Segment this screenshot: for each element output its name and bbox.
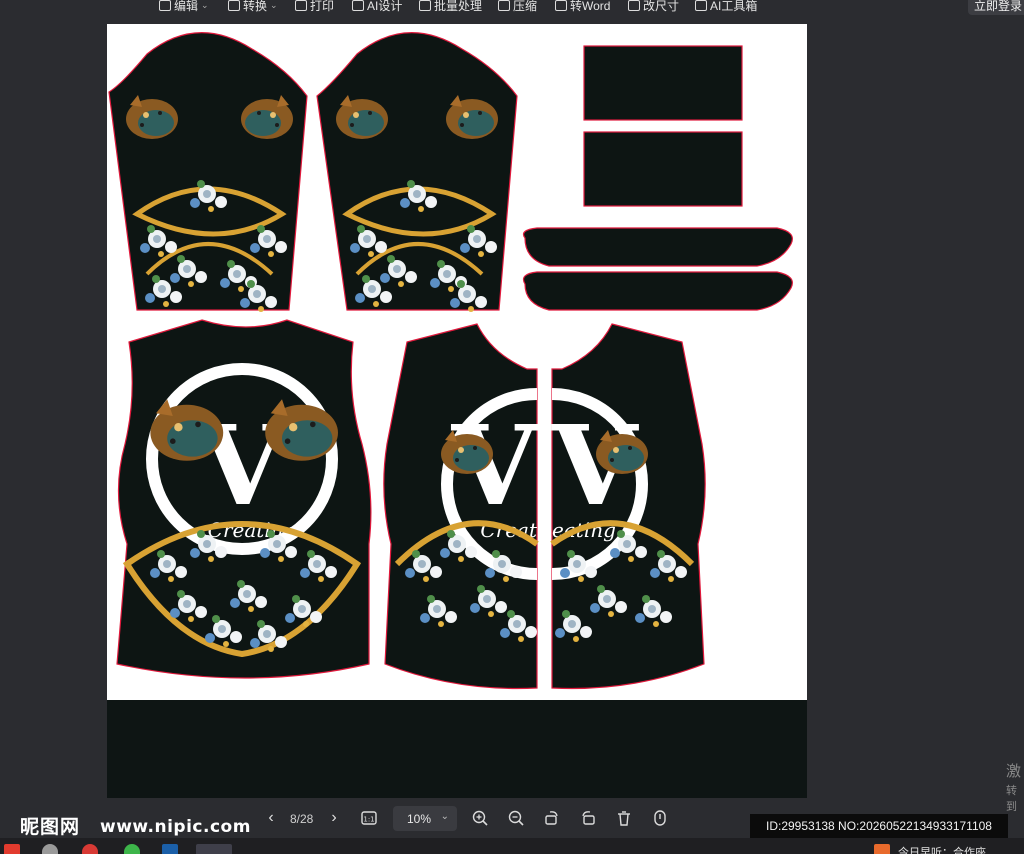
- print-icon: [295, 0, 307, 11]
- app-icon-green[interactable]: [124, 844, 140, 854]
- to-word-label: 转Word: [570, 0, 611, 13]
- zoom-out-icon[interactable]: [508, 810, 524, 826]
- login-button[interactable]: 立即登录: [968, 0, 1024, 15]
- collar-strip-top: [522, 227, 793, 267]
- batch-icon: [419, 0, 431, 11]
- convert-icon: [228, 0, 240, 11]
- edit-label: 编辑: [174, 0, 199, 13]
- chevron-down-icon: ⌄: [270, 0, 278, 10]
- next-page-button[interactable]: ›: [326, 810, 342, 826]
- side-text-activate: 激: [1006, 763, 1022, 780]
- ai-design-label: AI设计: [367, 0, 403, 13]
- chevron-down-icon: ⌄: [440, 811, 449, 822]
- document-page: V Creating V Creat V eating: [107, 24, 807, 700]
- chevron-down-icon: ⌄: [201, 0, 209, 10]
- prev-page-button[interactable]: ‹: [263, 810, 279, 826]
- word-icon: [555, 0, 567, 11]
- rotate-left-icon[interactable]: [544, 810, 560, 826]
- front-right-body-pattern: V eating: [550, 323, 706, 690]
- watermark-id-label: ID:29953138 NO:20260522134933171108: [750, 814, 1008, 838]
- delete-icon[interactable]: [616, 810, 632, 826]
- app-icon-browser[interactable]: [82, 844, 98, 854]
- app-icon-red[interactable]: [4, 844, 20, 854]
- edit-icon: [159, 0, 171, 11]
- sleeve-pattern-left: [108, 32, 308, 312]
- edit-menu[interactable]: 编辑 ⌄: [159, 0, 209, 14]
- page-dark-footer: [107, 700, 807, 798]
- brand-logo-text: 昵图网: [20, 816, 81, 838]
- ai-design-icon: [352, 0, 364, 11]
- actual-size-icon[interactable]: 1:1: [361, 810, 377, 826]
- page-indicator: 8/28: [290, 812, 314, 826]
- rotate-right-icon[interactable]: [580, 810, 596, 826]
- cuff-panel-bottom: [583, 131, 743, 207]
- compress-icon: [498, 0, 510, 11]
- batch-label: 批量处理: [434, 0, 483, 13]
- print-button[interactable]: 打印: [295, 0, 334, 14]
- app-icon-news[interactable]: [874, 844, 890, 854]
- to-word-button[interactable]: 转Word: [555, 0, 610, 14]
- sleeve-pattern-right: [316, 32, 518, 312]
- top-toolbar: 编辑 ⌄ 转换 ⌄ 打印 AI设计 批量处理 压缩 转Word 改尺寸 AI工具…: [0, 0, 1024, 15]
- info-icon[interactable]: [652, 810, 668, 826]
- ai-design-button[interactable]: AI设计: [352, 0, 402, 14]
- zoom-in-icon[interactable]: [472, 810, 488, 826]
- app-icon-photoshop[interactable]: [162, 844, 178, 854]
- taskbar: 今日早听：合作座: [0, 838, 1024, 854]
- garment-pattern-artwork: V Creating V Creat V eating: [108, 32, 793, 690]
- svg-text:1:1: 1:1: [363, 816, 374, 824]
- back-body-pattern: V Creating: [116, 319, 372, 679]
- ai-toolbox-button[interactable]: AI工具箱: [695, 0, 757, 14]
- resize-button[interactable]: 改尺寸: [628, 0, 679, 14]
- resize-label: 改尺寸: [643, 0, 680, 13]
- compress-label: 压缩: [513, 0, 538, 13]
- convert-menu[interactable]: 转换 ⌄: [228, 0, 278, 14]
- app-icon-active[interactable]: [196, 844, 232, 854]
- zoom-select[interactable]: 10% ⌄: [393, 806, 457, 831]
- collar-strip-bottom: [522, 271, 793, 311]
- ai-toolbox-icon: [695, 0, 707, 11]
- cuff-panel-top: [583, 45, 743, 121]
- compress-button[interactable]: 压缩: [498, 0, 537, 14]
- print-label: 打印: [310, 0, 335, 13]
- front-left-body-pattern: V Creat: [383, 323, 539, 690]
- app-icon-gray[interactable]: [42, 844, 58, 854]
- taskbar-news-text: 今日早听：合作座: [898, 847, 986, 854]
- batch-button[interactable]: 批量处理: [419, 0, 482, 14]
- ai-toolbox-label: AI工具箱: [710, 0, 758, 13]
- zoom-value: 10%: [407, 811, 432, 826]
- brand-url: www.nipic.com: [100, 817, 251, 837]
- convert-label: 转换: [243, 0, 268, 13]
- resize-icon: [628, 0, 640, 11]
